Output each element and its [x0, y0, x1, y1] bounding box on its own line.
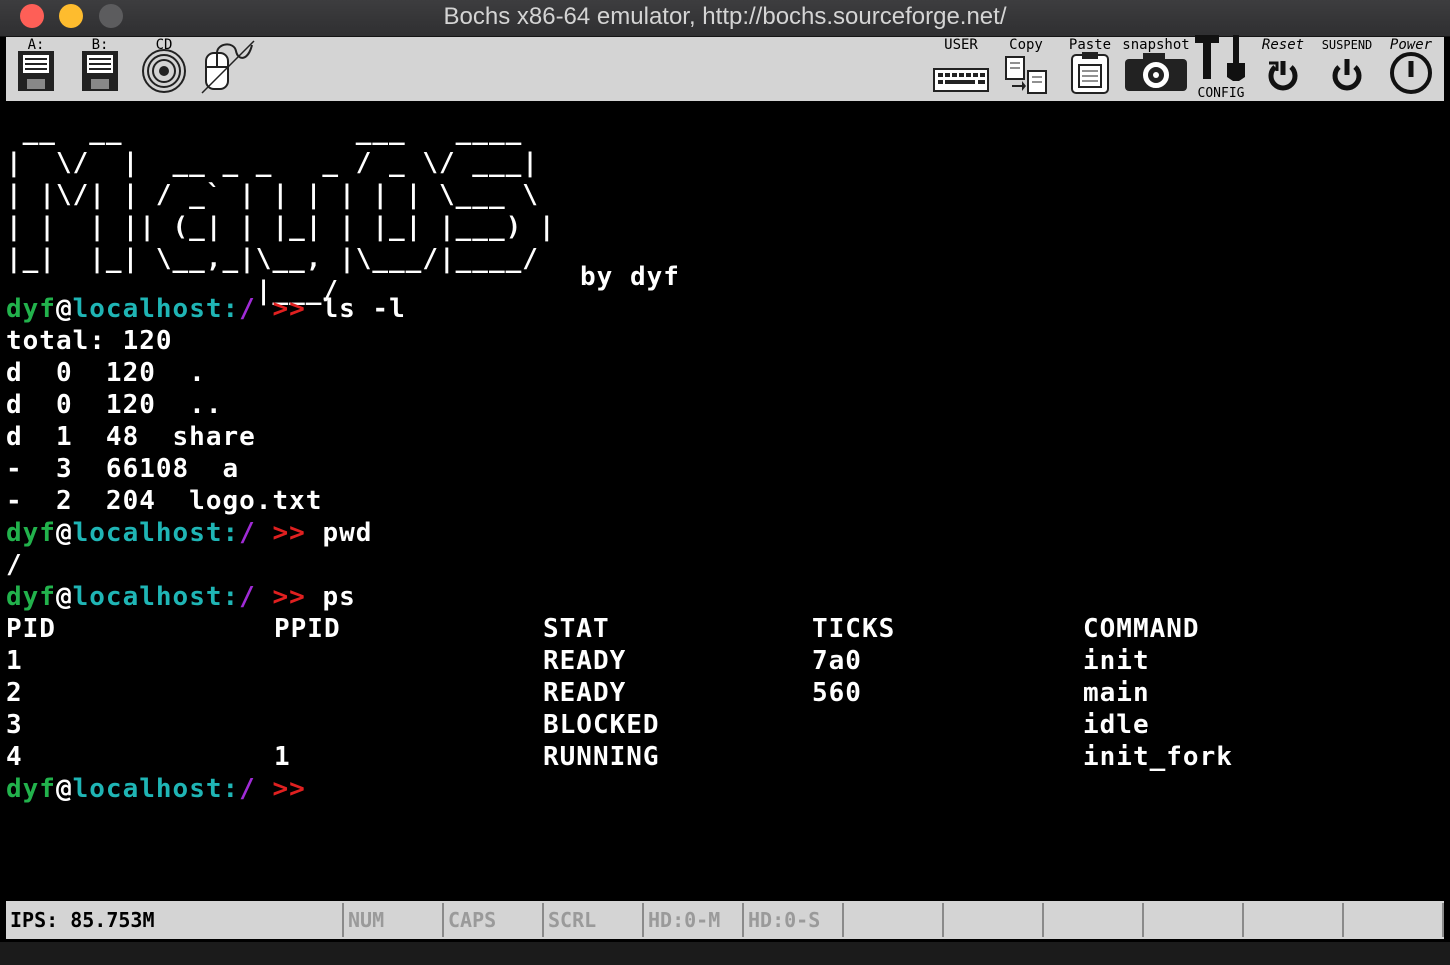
ps-header-command: COMMAND — [1083, 614, 1200, 644]
ps-row: 1 READY 7a0 init — [6, 646, 1150, 676]
cdrom-button[interactable]: CD — [136, 37, 192, 101]
ps-header-row: PID PPID STAT TICKS COMMAND — [6, 613, 1406, 645]
ips-indicator: IPS: 85.753M — [6, 903, 344, 937]
vga-terminal[interactable]: __ __ ___ ____ | \/ | __ _ _ _ / _ \/ __… — [6, 101, 1444, 901]
floppy-disk-icon — [72, 47, 128, 99]
current-prompt-line[interactable]: dyf@localhost:/ >> — [6, 773, 306, 805]
keyboard-icon — [930, 59, 992, 99]
prompt-line: dyf@localhost:/ >> ps — [6, 582, 356, 612]
ps-header-pid: PID — [6, 614, 56, 644]
output-line: / — [6, 550, 23, 580]
ps-header-ticks: TICKS — [812, 614, 896, 644]
suspend-label: SUSPEND — [1321, 38, 1373, 52]
prompt-line: dyf@localhost:/ >> pwd — [6, 518, 373, 548]
num-lock-indicator: NUM — [344, 903, 444, 937]
copy-icon — [998, 55, 1054, 99]
byline: by dyf — [580, 262, 680, 292]
output-line: d 0 120 .. — [6, 390, 223, 420]
window-title: Bochs x86-64 emulator, http://bochs.sour… — [443, 3, 1007, 30]
wrench-icon — [1190, 33, 1252, 87]
mayos-ascii-logo: __ __ ___ ____ | \/ | __ _ _ _ / _ \/ __… — [6, 116, 573, 306]
config-label: CONFIG — [1197, 86, 1245, 101]
floppy-a-button[interactable]: A: — [8, 37, 64, 101]
reset-label: Reset — [1261, 37, 1305, 53]
status-cell-empty — [1044, 903, 1144, 937]
power-icon — [1378, 51, 1444, 99]
scroll-lock-indicator: SCRL — [544, 903, 644, 937]
clipboard-icon — [1062, 51, 1118, 99]
hd0-slave-indicator: HD:0-S — [744, 903, 844, 937]
ps-row: 2 READY 560 main — [6, 678, 1150, 708]
suspend-icon — [1312, 55, 1382, 99]
output-line: - 2 204 logo.txt — [6, 486, 323, 516]
camera-icon — [1120, 49, 1192, 99]
title-bar[interactable]: Bochs x86-64 emulator, http://bochs.sour… — [0, 0, 1450, 37]
output-line: d 1 48 share — [6, 422, 256, 452]
prompt-line: dyf@localhost:/ >> ls -l — [6, 294, 406, 324]
status-cell-empty — [1144, 903, 1244, 937]
reset-icon — [1254, 55, 1312, 99]
cdrom-icon — [136, 47, 192, 99]
copy-label: Copy — [1009, 37, 1043, 53]
command-text: ps — [322, 582, 356, 612]
power-button[interactable]: Power — [1378, 37, 1444, 101]
ps-row: 4 1 RUNNING init_fork — [6, 742, 1233, 772]
mouse-capture-button[interactable] — [198, 37, 258, 101]
paste-label: Paste — [1068, 37, 1112, 53]
output-line: d 0 120 . — [6, 358, 206, 388]
snapshot-button[interactable]: snapshot — [1120, 37, 1192, 101]
config-button[interactable]: CONFIG — [1190, 35, 1252, 101]
mouse-icon — [198, 39, 258, 99]
floppy-b-button[interactable]: B: — [72, 37, 128, 101]
power-label: Power — [1389, 37, 1433, 53]
status-bar: IPS: 85.753M NUM CAPS SCRL HD:0-M HD:0-S — [6, 901, 1444, 939]
ps-header-stat: STAT — [543, 614, 610, 644]
paste-button[interactable]: Paste — [1062, 37, 1118, 101]
output-line: - 3 66108 a — [6, 454, 240, 484]
user-button[interactable]: USER — [930, 37, 992, 101]
user-label: USER — [944, 37, 978, 53]
suspend-button[interactable]: SUSPEND — [1312, 37, 1382, 101]
reset-button[interactable]: Reset — [1254, 37, 1312, 101]
command-text: ls -l — [322, 294, 406, 324]
bochs-window: Bochs x86-64 emulator, http://bochs.sour… — [0, 0, 1450, 942]
hd0-master-indicator: HD:0-M — [644, 903, 744, 937]
status-cell-empty — [944, 903, 1044, 937]
status-cell-empty — [844, 903, 944, 937]
status-cell-empty — [1244, 903, 1344, 937]
caps-lock-indicator: CAPS — [444, 903, 544, 937]
ps-row: 3 BLOCKED idle — [6, 710, 1150, 740]
status-cell-empty — [1344, 903, 1444, 937]
output-line: total: 120 — [6, 326, 173, 356]
copy-button[interactable]: Copy — [998, 37, 1054, 101]
floppy-disk-icon — [8, 47, 64, 99]
ps-header-ppid: PPID — [274, 614, 341, 644]
command-text: pwd — [322, 518, 373, 548]
bochs-toolbar: A: B: CD USER Copy Paste snapshot CONFIG… — [6, 35, 1444, 101]
